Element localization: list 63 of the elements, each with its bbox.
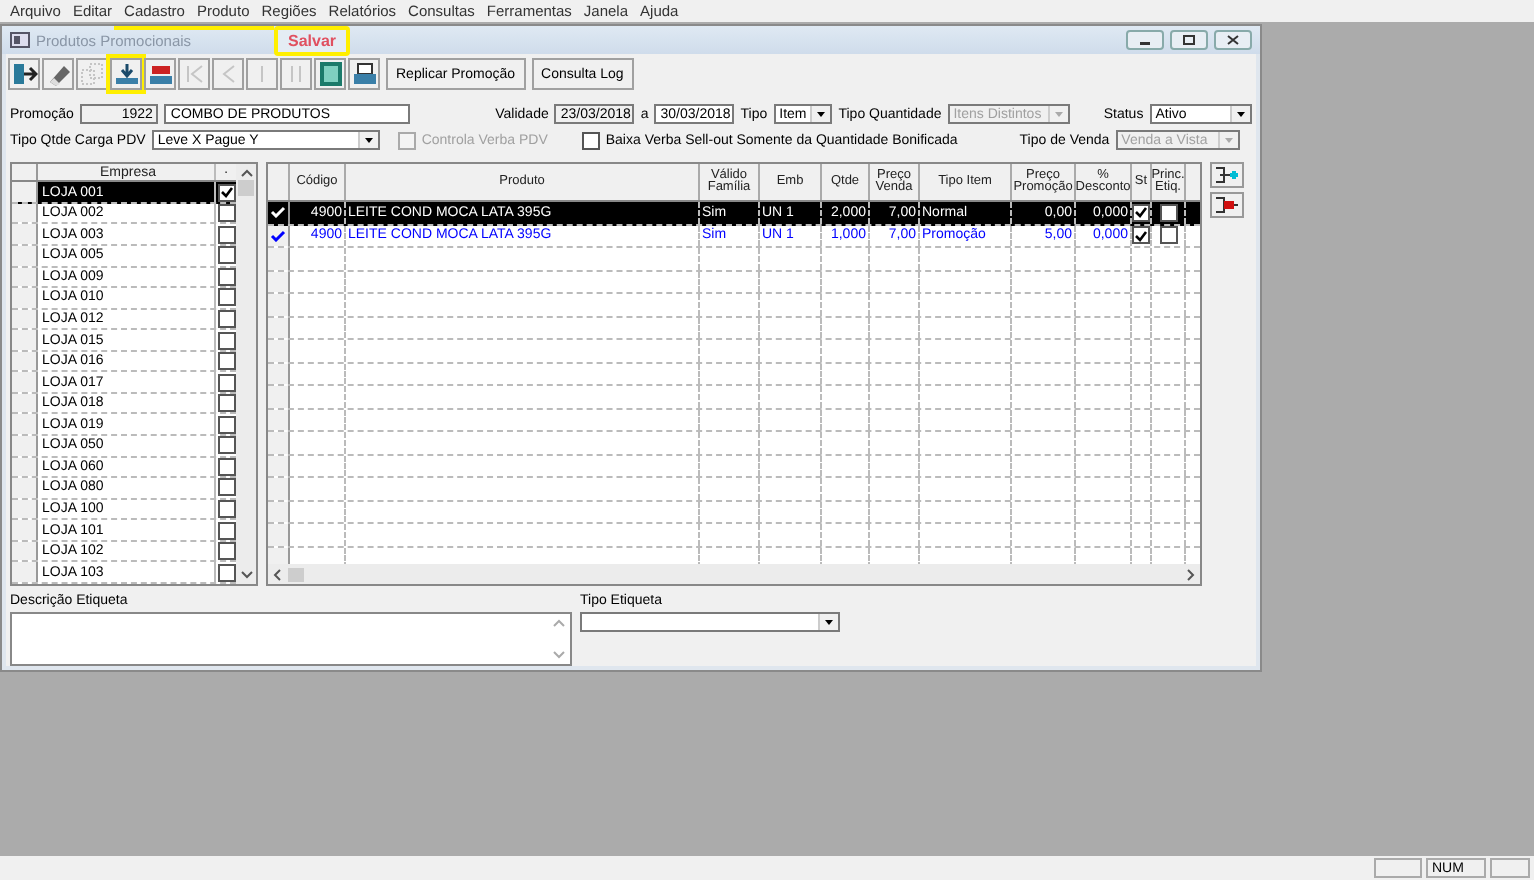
- save-tray-icon: [113, 62, 139, 86]
- checkbox[interactable]: [1132, 226, 1150, 245]
- checkbox[interactable]: [1159, 203, 1177, 222]
- checkbox[interactable]: [217, 542, 235, 561]
- checkbox[interactable]: [217, 521, 235, 540]
- film-button[interactable]: [314, 58, 346, 90]
- checkbox[interactable]: [217, 246, 235, 265]
- add-item-button[interactable]: [1210, 162, 1244, 188]
- caret-icon: [1230, 106, 1250, 122]
- scroll-down-icon[interactable]: [239, 568, 253, 580]
- checkbox[interactable]: [217, 352, 235, 371]
- scrollbar[interactable]: [268, 564, 1200, 584]
- caret-icon: [357, 132, 378, 148]
- tray-button[interactable]: [144, 58, 176, 90]
- checkbox[interactable]: [217, 204, 235, 223]
- checkbox[interactable]: [217, 373, 235, 392]
- checkbox[interactable]: [581, 131, 600, 149]
- checkbox[interactable]: [217, 288, 235, 307]
- checkbox[interactable]: [1159, 226, 1177, 245]
- exit-door-icon: [11, 62, 37, 86]
- exit-button[interactable]: [8, 58, 40, 90]
- checkbox[interactable]: [217, 225, 235, 244]
- scrollbar[interactable]: [236, 164, 256, 584]
- caret-icon: [1217, 132, 1238, 148]
- tray-icon: [147, 62, 173, 86]
- remove-arrow-icon: [1214, 194, 1240, 216]
- checkbox[interactable]: [1132, 203, 1150, 222]
- eraser-button[interactable]: [42, 58, 74, 90]
- scroll-right-icon[interactable]: [1184, 567, 1196, 581]
- caret-icon: [818, 614, 838, 630]
- checkbox[interactable]: [217, 415, 235, 434]
- caret-icon: [810, 106, 831, 122]
- scroll-thumb[interactable]: [238, 180, 254, 196]
- save-button[interactable]: [110, 58, 142, 90]
- scroll-left-icon[interactable]: [272, 567, 284, 581]
- scroll-up-icon[interactable]: [239, 168, 253, 180]
- caret-icon: [1047, 106, 1068, 122]
- minimize-button[interactable]: [1126, 30, 1164, 50]
- close-button[interactable]: [1214, 30, 1252, 50]
- checkbox[interactable]: [217, 478, 235, 497]
- checkbox[interactable]: [217, 500, 235, 518]
- checkbox[interactable]: [217, 394, 235, 413]
- first-icon: [181, 62, 207, 86]
- window-icon: [10, 32, 30, 48]
- copy-icon: [79, 62, 105, 86]
- callout-label: Salvar: [274, 26, 351, 56]
- next-icon: [258, 62, 266, 86]
- eraser-icon: [45, 62, 71, 86]
- close-icon: [1226, 34, 1240, 46]
- checkbox[interactable]: [217, 183, 235, 202]
- film-icon: [317, 62, 343, 86]
- printer-icon: [351, 62, 377, 86]
- checkbox[interactable]: [217, 331, 235, 349]
- maximize-icon: [1182, 34, 1196, 46]
- checkbox[interactable]: [217, 436, 235, 455]
- print-button[interactable]: [348, 58, 380, 90]
- maximize-button[interactable]: [1170, 30, 1208, 50]
- scroll-thumb[interactable]: [288, 567, 304, 581]
- checkbox[interactable]: [217, 563, 235, 582]
- remove-item-button[interactable]: [1210, 192, 1244, 218]
- last-icon: [288, 62, 304, 86]
- add-arrow-icon: [1214, 164, 1240, 186]
- label-type-dropdown[interactable]: [580, 612, 840, 632]
